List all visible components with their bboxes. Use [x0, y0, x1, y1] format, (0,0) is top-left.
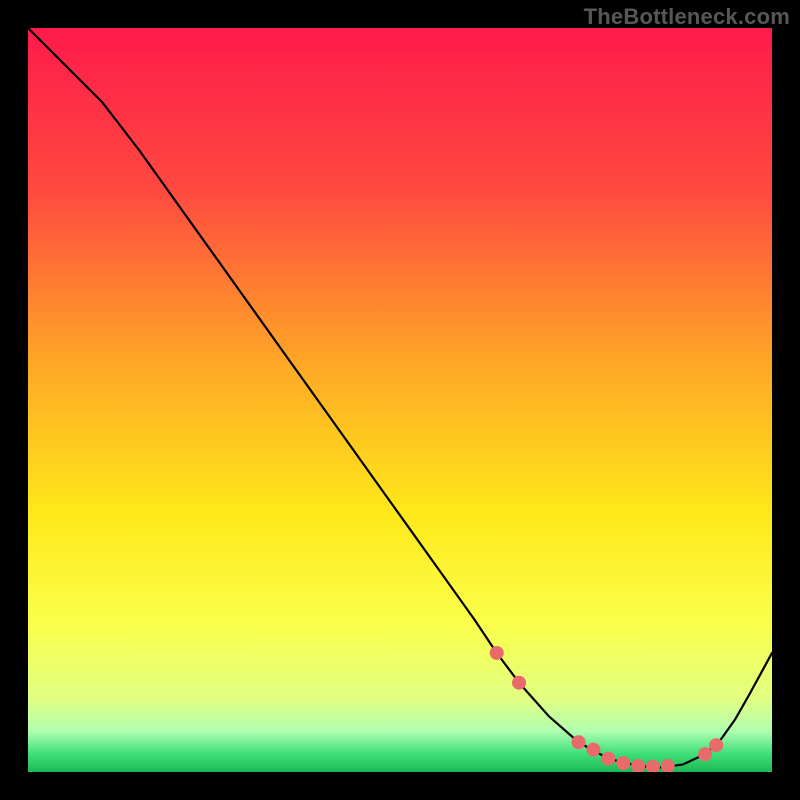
chart-plot-area: [28, 28, 772, 772]
data-marker: [698, 747, 712, 761]
data-marker: [616, 756, 630, 770]
data-marker: [512, 676, 526, 690]
data-marker: [490, 646, 504, 660]
data-marker: [586, 743, 600, 757]
data-marker: [709, 738, 723, 752]
watermark-label: TheBottleneck.com: [584, 4, 790, 30]
data-marker: [601, 752, 615, 766]
data-marker: [572, 735, 586, 749]
chart-background: [28, 28, 772, 772]
chart-svg: [28, 28, 772, 772]
chart-frame: TheBottleneck.com: [0, 0, 800, 800]
